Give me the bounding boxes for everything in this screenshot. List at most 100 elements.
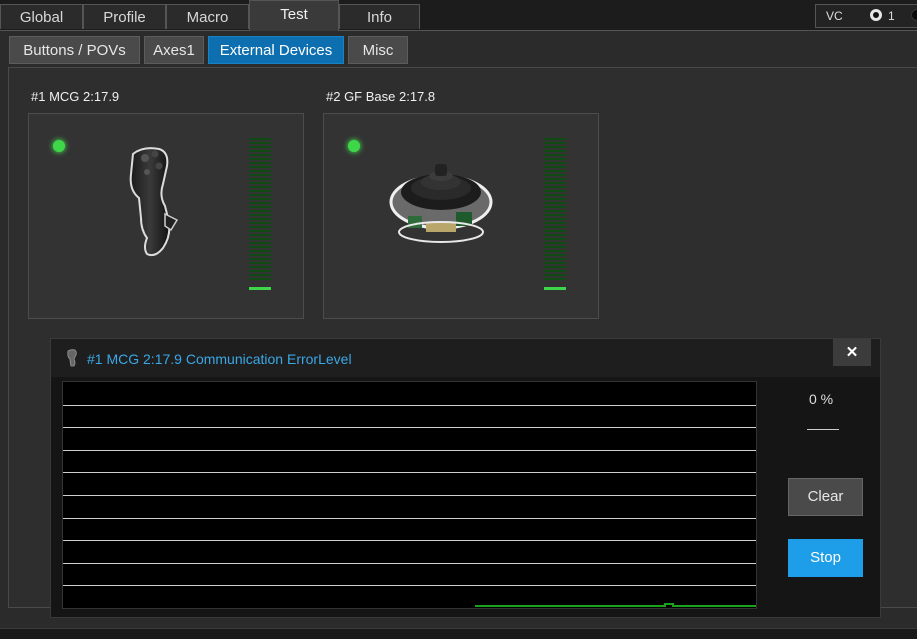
vc-label: VC — [826, 9, 843, 23]
meter-segment — [249, 150, 271, 152]
device-2-card[interactable] — [323, 113, 599, 319]
error-level-dialog: #1 MCG 2:17.9 Communication ErrorLevel ✕… — [50, 338, 881, 618]
meter-segment — [544, 254, 566, 256]
meter-segment — [249, 154, 271, 156]
device-2-title: #2 GF Base 2:17.8 — [326, 89, 436, 104]
meter-segment — [249, 198, 271, 200]
meter-segment — [249, 210, 271, 212]
meter-segment — [249, 138, 271, 140]
meter-segment — [544, 146, 566, 148]
meter-segment — [249, 262, 271, 264]
meter-segment — [544, 270, 566, 272]
meter-segment — [249, 266, 271, 268]
meter-segment — [249, 214, 271, 216]
meter-segment — [544, 150, 566, 152]
dialog-header: #1 MCG 2:17.9 Communication ErrorLevel ✕ — [51, 339, 880, 377]
meter-segment — [249, 162, 271, 164]
joystick-base-icon — [389, 164, 493, 243]
meter-segment — [544, 226, 566, 228]
meter-segment — [544, 194, 566, 196]
meter-segment — [249, 258, 271, 260]
status-bar — [0, 628, 917, 639]
meter-active-segment — [544, 287, 566, 290]
vc-selector: VC 1 — [815, 4, 917, 28]
meter-segment — [249, 158, 271, 160]
clear-button[interactable]: Clear — [788, 478, 863, 516]
meter-segment — [544, 266, 566, 268]
meter-segment — [249, 274, 271, 276]
tab-macro[interactable]: Macro — [166, 4, 249, 29]
close-button[interactable]: ✕ — [833, 339, 871, 366]
meter-segment — [249, 190, 271, 192]
meter-segment — [249, 242, 271, 244]
device-1-card[interactable] — [28, 113, 304, 319]
device-1-title: #1 MCG 2:17.9 — [31, 89, 120, 104]
meter-segment — [544, 222, 566, 224]
error-level-plot — [62, 381, 757, 609]
meter-segment — [249, 246, 271, 248]
meter-segment — [544, 258, 566, 260]
meter-segment — [544, 182, 566, 184]
subtab-axes1[interactable]: Axes1 — [144, 36, 204, 64]
close-icon: ✕ — [845, 344, 859, 361]
meter-segment — [544, 158, 566, 160]
meter-segment — [544, 174, 566, 176]
meter-segment — [544, 250, 566, 252]
meter-segment — [544, 154, 566, 156]
subtab-external-devices[interactable]: External Devices — [208, 36, 344, 64]
vc-radio-2[interactable] — [911, 9, 917, 21]
meter-segment — [544, 202, 566, 204]
meter-active-segment — [249, 287, 271, 290]
meter-segment — [544, 234, 566, 236]
subtab-misc[interactable]: Misc — [348, 36, 408, 64]
meter-segment — [544, 210, 566, 212]
tab-profile[interactable]: Profile — [83, 4, 166, 29]
device-2-level-meter — [544, 138, 566, 290]
meter-segment — [249, 234, 271, 236]
meter-segment — [544, 242, 566, 244]
tab-info[interactable]: Info — [339, 4, 420, 29]
meter-segment — [249, 194, 271, 196]
meter-segment — [544, 230, 566, 232]
vc-radio-1-label: 1 — [888, 9, 895, 23]
meter-segment — [544, 138, 566, 140]
error-value-dash — [807, 429, 839, 430]
meter-segment — [544, 166, 566, 168]
meter-segment — [249, 226, 271, 228]
meter-segment — [544, 238, 566, 240]
meter-segment — [249, 146, 271, 148]
meter-segment — [249, 182, 271, 184]
meter-segment — [249, 186, 271, 188]
meter-segment — [544, 274, 566, 276]
meter-segment — [249, 254, 271, 256]
subtab-buttons-povs[interactable]: Buttons / POVs — [9, 36, 140, 64]
meter-segment — [544, 162, 566, 164]
meter-segment — [544, 142, 566, 144]
error-percent-value: 0 % — [809, 391, 834, 407]
meter-segment — [249, 278, 271, 280]
joystick-grip-icon — [129, 147, 179, 257]
meter-segment — [249, 270, 271, 272]
meter-segment — [249, 202, 271, 204]
meter-segment — [249, 238, 271, 240]
meter-segment — [544, 178, 566, 180]
meter-segment — [544, 186, 566, 188]
meter-segment — [544, 170, 566, 172]
meter-segment — [544, 218, 566, 220]
device-1-level-meter — [249, 138, 271, 290]
tab-global[interactable]: Global — [0, 4, 83, 29]
vc-radio-1[interactable] — [870, 9, 882, 21]
plot-canvas — [63, 405, 756, 607]
meter-segment — [249, 170, 271, 172]
meter-segment — [249, 142, 271, 144]
meter-segment — [544, 198, 566, 200]
meter-segment — [544, 246, 566, 248]
stop-button[interactable]: Stop — [788, 539, 863, 577]
tab-test[interactable]: Test — [249, 0, 339, 31]
joystick-grip-icon — [67, 349, 77, 367]
meter-segment — [249, 218, 271, 220]
device-1-status-led — [53, 140, 65, 152]
meter-segment — [544, 262, 566, 264]
meter-segment — [249, 166, 271, 168]
meter-segment — [544, 214, 566, 216]
